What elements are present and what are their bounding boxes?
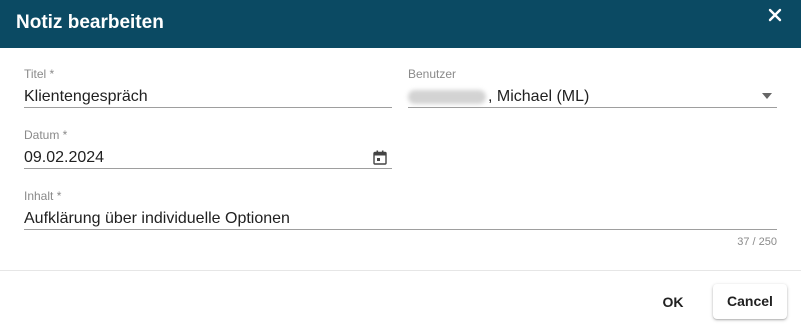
close-icon[interactable] (764, 4, 786, 26)
title-field-value[interactable]: Klientengespräch (24, 88, 148, 106)
dialog-title: Notiz bearbeiten (16, 12, 164, 33)
character-counter: 37 / 250 (737, 236, 777, 248)
title-field-label: Titel * (24, 67, 55, 81)
dialog-header: Notiz bearbeiten (0, 0, 801, 48)
date-field-value[interactable]: 09.02.2024 (24, 149, 104, 167)
calendar-icon[interactable] (373, 150, 387, 165)
redacted-name (408, 89, 486, 104)
footer-divider (0, 270, 801, 271)
user-select[interactable]: Benutzer , Michael (ML) (408, 67, 777, 109)
content-field-underline (24, 229, 777, 230)
user-select-value[interactable]: , Michael (ML) (408, 88, 589, 106)
user-select-underline (408, 107, 777, 108)
ok-button[interactable]: OK (648, 285, 698, 319)
content-field[interactable]: Inhalt * Aufklärung über individuelle Op… (24, 189, 777, 231)
content-field-value[interactable]: Aufklärung über individuelle Optionen (24, 210, 290, 228)
title-field-underline (24, 107, 392, 108)
edit-note-dialog: Notiz bearbeiten Titel * Klientengespräc… (0, 0, 801, 331)
date-field[interactable]: Datum * 09.02.2024 (24, 128, 392, 170)
caret-down-icon[interactable] (762, 93, 772, 99)
content-field-label: Inhalt * (24, 189, 62, 203)
date-field-label: Datum * (24, 128, 68, 142)
user-select-visible-text: , Michael (ML) (488, 88, 590, 105)
title-field[interactable]: Titel * Klientengespräch (24, 67, 392, 109)
user-select-label: Benutzer (408, 67, 457, 81)
date-field-underline (24, 168, 392, 169)
cancel-button[interactable]: Cancel (713, 284, 787, 319)
